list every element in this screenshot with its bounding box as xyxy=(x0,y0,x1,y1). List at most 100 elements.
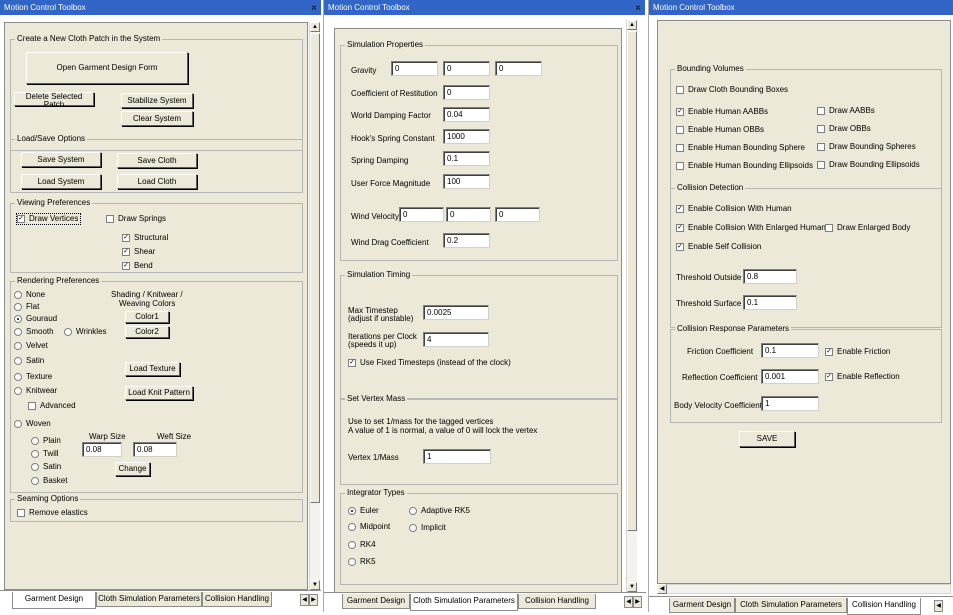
enable-friction-checkbox[interactable]: ✓ Enable Friction xyxy=(825,347,890,357)
integrator-implicit-radio[interactable]: Implicit xyxy=(409,523,446,533)
save-system-button[interactable]: Save System xyxy=(21,152,101,167)
vertical-scrollbar[interactable]: ▲ ▼ xyxy=(626,20,637,592)
load-texture-button[interactable]: Load Texture xyxy=(125,362,180,376)
delete-selected-patch-button[interactable]: Delete Selected Patch xyxy=(14,92,94,109)
tab-right-icon[interactable]: ▶ xyxy=(633,596,642,608)
remove-elastics-checkbox[interactable]: Remove elastics xyxy=(17,508,88,518)
weave-twill-radio[interactable]: Twill xyxy=(31,449,59,459)
render-wrinkles-radio[interactable]: Wrinkles xyxy=(64,327,107,337)
enable-reflection-checkbox[interactable]: ✓ Enable Reflection xyxy=(825,372,900,382)
render-velvet-radio[interactable]: Velvet xyxy=(14,341,48,351)
draw-springs-checkbox[interactable]: Draw Springs xyxy=(106,214,166,224)
threshold-surface-input[interactable]: 0.1 xyxy=(743,295,797,310)
render-gouraud-radio[interactable]: Gouraud xyxy=(14,314,57,324)
tab-left-icon[interactable]: ◀ xyxy=(624,596,633,608)
wind-z-input[interactable]: 0 xyxy=(495,207,540,222)
load-system-button[interactable]: Load System xyxy=(21,174,101,189)
tab-cloth-simulation-parameters[interactable]: Cloth Simulation Parameters xyxy=(96,592,202,607)
tab-left-icon[interactable]: ◀ xyxy=(934,600,943,612)
close-icon[interactable]: × xyxy=(311,4,317,14)
tab-collision-handling[interactable]: Collision Handling xyxy=(202,592,272,607)
spring-damping-input[interactable]: 0.1 xyxy=(443,151,490,166)
tab-cloth-simulation-parameters[interactable]: Cloth Simulation Parameters xyxy=(410,594,518,611)
tab-garment-design[interactable]: Garment Design xyxy=(12,592,96,609)
wind-y-input[interactable]: 0 xyxy=(446,207,491,222)
color2-button[interactable]: Color2 xyxy=(125,326,169,338)
tab-right-icon[interactable]: ▶ xyxy=(309,594,318,606)
tab-collision-handling[interactable]: Collision Handling xyxy=(847,598,921,615)
enable-human-aabbs-checkbox[interactable]: ✓ Enable Human AABBs xyxy=(676,107,768,117)
shear-checkbox[interactable]: ✓ Shear xyxy=(122,247,155,257)
save-cloth-button[interactable]: Save Cloth xyxy=(117,153,197,168)
integrator-rk5-radio[interactable]: RK5 xyxy=(348,557,376,567)
vertical-scrollbar[interactable]: ▲ ▼ xyxy=(309,22,320,590)
render-flat-radio[interactable]: Flat xyxy=(14,302,39,312)
hooks-spring-constant-input[interactable]: 1000 xyxy=(443,129,490,144)
draw-enlarged-body-checkbox[interactable]: Draw Enlarged Body xyxy=(825,223,910,233)
color1-button[interactable]: Color1 xyxy=(125,311,169,323)
scroll-down-icon[interactable]: ▼ xyxy=(310,580,320,590)
tab-left-icon[interactable]: ◀ xyxy=(300,594,309,606)
draw-bounding-spheres-checkbox[interactable]: Draw Bounding Spheres xyxy=(817,142,916,152)
draw-cloth-bounding-boxes-checkbox[interactable]: Draw Cloth Bounding Boxes xyxy=(676,85,788,95)
load-cloth-button[interactable]: Load Cloth xyxy=(117,174,197,189)
self-collision-checkbox[interactable]: ✓ Enable Self Collision xyxy=(676,242,761,252)
friction-coefficient-input[interactable]: 0.1 xyxy=(761,343,819,358)
scroll-down-icon[interactable]: ▼ xyxy=(627,582,637,592)
enable-human-ellipsoids-checkbox[interactable]: Enable Human Bounding Ellipsoids xyxy=(676,161,813,171)
render-woven-radio[interactable]: Woven xyxy=(14,419,51,429)
scroll-thumb[interactable] xyxy=(627,31,637,531)
stabilize-system-button[interactable]: Stabilize System xyxy=(121,93,193,108)
render-none-radio[interactable]: None xyxy=(14,290,45,300)
load-knit-pattern-button[interactable]: Load Knit Pattern xyxy=(125,386,193,400)
render-texture-radio[interactable]: Texture xyxy=(14,372,52,382)
wind-drag-input[interactable]: 0.2 xyxy=(443,233,490,248)
scroll-left-icon[interactable]: ◀ xyxy=(657,584,667,594)
structural-checkbox[interactable]: ✓ Structural xyxy=(122,233,168,243)
gravity-z-input[interactable]: 0 xyxy=(495,61,542,76)
weave-basket-radio[interactable]: Basket xyxy=(31,476,67,486)
gravity-y-input[interactable]: 0 xyxy=(443,61,490,76)
scroll-thumb[interactable] xyxy=(310,33,320,503)
user-force-input[interactable]: 100 xyxy=(443,174,490,189)
max-timestep-input[interactable]: 0.0025 xyxy=(423,305,489,320)
weave-plain-radio[interactable]: Plain xyxy=(31,436,61,446)
draw-obbs-checkbox[interactable]: Draw OBBs xyxy=(817,124,871,134)
draw-bounding-ellipsoids-checkbox[interactable]: Draw Bounding Ellipsoids xyxy=(817,160,920,170)
close-icon[interactable]: × xyxy=(635,4,641,14)
draw-vertices-checkbox[interactable]: ✓ Draw Vertices xyxy=(15,213,82,225)
collision-enlarged-human-checkbox[interactable]: ✓ Enable Collision With Enlarged Human xyxy=(676,223,826,233)
collision-with-human-checkbox[interactable]: ✓ Enable Collision With Human xyxy=(676,204,792,214)
draw-aabbs-checkbox[interactable]: Draw AABBs xyxy=(817,106,875,116)
change-button[interactable]: Change xyxy=(115,462,150,476)
render-smooth-radio[interactable]: Smooth xyxy=(14,327,54,337)
gravity-x-input[interactable]: 0 xyxy=(391,61,438,76)
vertex-mass-input[interactable]: 1 xyxy=(423,449,491,464)
clear-system-button[interactable]: Clear System xyxy=(121,111,193,126)
tab-collision-handling[interactable]: Collision Handling xyxy=(518,594,596,609)
warp-size-input[interactable]: 0.08 xyxy=(82,442,122,457)
wind-x-input[interactable]: 0 xyxy=(399,207,444,222)
reflection-coefficient-input[interactable]: 0.001 xyxy=(761,369,819,384)
fixed-timesteps-checkbox[interactable]: ✓ Use Fixed Timesteps (instead of the clo… xyxy=(348,358,511,368)
iterations-input[interactable]: 4 xyxy=(423,332,489,347)
body-velocity-input[interactable]: 1 xyxy=(761,396,819,411)
weave-satin-radio[interactable]: Satin xyxy=(31,462,61,472)
horizontal-scrollbar[interactable]: ◀ xyxy=(657,584,951,594)
integrator-adaptive-rk5-radio[interactable]: Adaptive RK5 xyxy=(409,506,470,516)
render-knitwear-radio[interactable]: Knitwear xyxy=(14,386,57,396)
render-satin-radio[interactable]: Satin xyxy=(14,356,44,366)
scroll-up-icon[interactable]: ▲ xyxy=(627,20,637,30)
tab-garment-design[interactable]: Garment Design xyxy=(342,594,410,609)
save-button[interactable]: SAVE xyxy=(739,431,795,447)
restitution-input[interactable]: 0 xyxy=(443,85,490,100)
scroll-up-icon[interactable]: ▲ xyxy=(310,22,320,32)
weft-size-input[interactable]: 0.08 xyxy=(133,442,177,457)
advanced-checkbox[interactable]: Advanced xyxy=(28,401,76,411)
tab-garment-design[interactable]: Garment Design xyxy=(669,598,735,613)
threshold-outside-input[interactable]: 0.8 xyxy=(743,269,797,284)
open-garment-design-button[interactable]: Open Garment Design Form xyxy=(26,52,188,84)
bend-checkbox[interactable]: ✓ Bend xyxy=(122,261,153,271)
tab-cloth-simulation-parameters[interactable]: Cloth Simulation Parameters xyxy=(735,598,847,613)
world-damping-input[interactable]: 0.04 xyxy=(443,107,490,122)
